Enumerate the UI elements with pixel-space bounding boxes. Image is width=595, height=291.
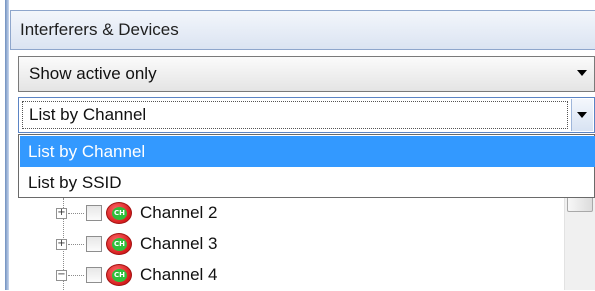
list-mode-options: List by Channel List by SSID [18, 134, 595, 198]
tree-connector [68, 213, 84, 214]
collapse-icon[interactable]: − [56, 270, 67, 281]
tree-item-label: Channel 4 [140, 265, 218, 284]
tree-connector [68, 275, 84, 276]
panel-title: Interferers & Devices [20, 20, 179, 39]
list-mode-dropdown-value: List by Channel [29, 105, 147, 124]
channel-2-checkbox[interactable] [86, 205, 102, 221]
tree-item-label: Channel 2 [140, 203, 218, 222]
channel-4-checkbox[interactable] [86, 267, 102, 283]
option-list-by-channel[interactable]: List by Channel [20, 136, 595, 167]
option-list-by-ssid[interactable]: List by SSID [20, 167, 595, 198]
tree-item-label: Channel 3 [140, 234, 218, 253]
channel-3-checkbox[interactable] [86, 236, 102, 252]
list-mode-dropdown-button[interactable] [571, 99, 593, 131]
expand-icon[interactable]: + [56, 239, 67, 250]
tree-item-channel-4[interactable]: − CH Channel 4 [0, 261, 540, 291]
list-mode-dropdown[interactable]: List by Channel [18, 97, 595, 133]
window-frame: Interferers & Devices Show active only L… [0, 0, 595, 290]
channel-icon: CH [106, 202, 132, 224]
channel-icon: CH [106, 233, 132, 255]
tree-item-channel-2[interactable]: + CH Channel 2 [0, 199, 540, 229]
chevron-down-icon [577, 70, 587, 76]
expand-icon[interactable]: + [56, 208, 67, 219]
tree-connector [68, 244, 84, 245]
channel-icon-text: CH [112, 238, 127, 251]
channel-icon-text: CH [112, 269, 127, 282]
filter-dropdown[interactable]: Show active only [18, 56, 595, 92]
filter-dropdown-value: Show active only [29, 64, 157, 83]
channel-icon-text: CH [112, 207, 127, 220]
tree-item-channel-3[interactable]: + CH Channel 3 [0, 230, 540, 260]
chevron-down-icon [577, 112, 587, 118]
channel-icon: CH [106, 264, 132, 286]
